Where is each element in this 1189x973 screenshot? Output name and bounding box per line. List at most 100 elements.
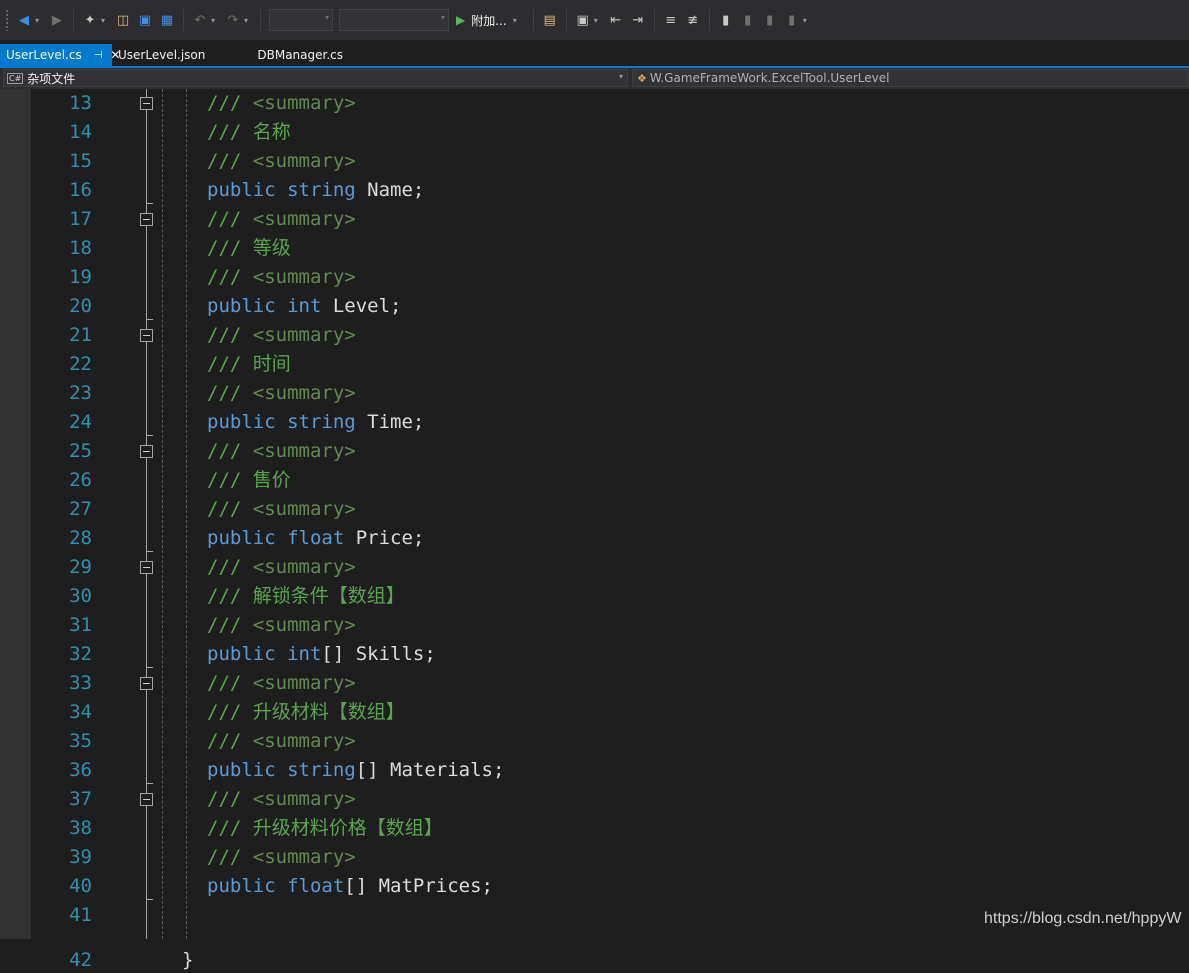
redo-icon[interactable]: ↷ bbox=[224, 9, 242, 31]
code-line[interactable]: 23 /// <summary> bbox=[0, 379, 1189, 408]
code-token: Time; bbox=[367, 411, 425, 433]
tab-dbmanager-cs[interactable]: DBManager.cs bbox=[211, 44, 349, 66]
forward-icon[interactable]: ▶ bbox=[48, 9, 66, 31]
code-line[interactable]: 42} bbox=[0, 930, 1189, 971]
code-token: <summary> bbox=[252, 846, 356, 868]
code-text: /// <summary> bbox=[207, 613, 356, 638]
clear-bookmarks-icon[interactable]: ▮ bbox=[783, 9, 801, 31]
line-number: 25 bbox=[69, 440, 92, 462]
code-line[interactable]: 22 /// 时间 bbox=[0, 350, 1189, 379]
code-token: Level; bbox=[332, 295, 402, 317]
code-line[interactable]: 17 /// <summary> bbox=[0, 205, 1189, 234]
code-text: public string[] Materials; bbox=[207, 758, 504, 783]
code-line[interactable]: 32 public int[] Skills; bbox=[0, 640, 1189, 669]
code-token: <summary> bbox=[252, 440, 356, 462]
attach-dropdown-icon[interactable]: ▾ bbox=[513, 16, 521, 25]
code-text: /// <summary> bbox=[207, 91, 356, 116]
code-token: public bbox=[207, 759, 288, 781]
comment-icon[interactable]: ≡ bbox=[662, 9, 680, 31]
tab-userlevel-json[interactable]: UserLevel.json bbox=[112, 44, 211, 66]
code-line[interactable]: 25 /// <summary> bbox=[0, 437, 1189, 466]
redo-dropdown-icon[interactable]: ▾ bbox=[244, 16, 252, 25]
code-line[interactable]: 15 /// <summary> bbox=[0, 147, 1189, 176]
screenshot-dropdown-icon[interactable]: ▾ bbox=[594, 16, 602, 25]
toolbar-overflow-icon[interactable]: ▾ bbox=[803, 16, 811, 25]
line-number: 31 bbox=[69, 614, 92, 636]
pin-icon[interactable]: ⊣ bbox=[94, 50, 103, 61]
code-text: /// <summary> bbox=[207, 439, 356, 464]
code-line[interactable]: 26 /// 售价 bbox=[0, 466, 1189, 495]
open-folder-icon[interactable]: ◫ bbox=[114, 9, 132, 31]
back-icon[interactable]: ◀ bbox=[15, 9, 33, 31]
chevron-down-icon: ▾ bbox=[440, 13, 445, 22]
back-dropdown-icon[interactable]: ▾ bbox=[35, 16, 43, 25]
undo-dropdown-icon[interactable]: ▾ bbox=[211, 16, 219, 25]
code-line[interactable]: 36 public string[] Materials; bbox=[0, 756, 1189, 785]
line-number: 22 bbox=[69, 353, 92, 375]
new-project-icon[interactable]: ✦ bbox=[81, 9, 99, 31]
code-line[interactable]: 13 /// <summary> bbox=[0, 89, 1189, 118]
code-line[interactable]: 37 /// <summary> bbox=[0, 785, 1189, 814]
chevron-down-icon: ▾ bbox=[324, 13, 329, 22]
align-right-icon[interactable]: ⇥ bbox=[629, 9, 647, 31]
code-line[interactable]: 39 /// <summary> bbox=[0, 843, 1189, 872]
code-token: /// 解锁条件【数组】 bbox=[207, 585, 405, 607]
code-line[interactable]: 24 public string Time; bbox=[0, 408, 1189, 437]
code-line[interactable]: 28 public float Price; bbox=[0, 524, 1189, 553]
tab-userlevel-cs[interactable]: UserLevel.cs ⊣ ✕ bbox=[0, 44, 120, 66]
code-line[interactable]: 16 public string Name; bbox=[0, 176, 1189, 205]
tab-label: DBManager.cs bbox=[257, 48, 344, 62]
code-line[interactable]: 31 /// <summary> bbox=[0, 611, 1189, 640]
class-icon: ❖ bbox=[637, 71, 647, 85]
code-token: <summary> bbox=[252, 266, 356, 288]
solution-platform-combo[interactable]: ▾ bbox=[339, 9, 449, 31]
code-line[interactable]: 20 public int Level; bbox=[0, 292, 1189, 321]
collapse-icon[interactable] bbox=[140, 677, 153, 690]
line-number: 38 bbox=[69, 817, 92, 839]
collapse-icon[interactable] bbox=[140, 561, 153, 574]
find-files-icon[interactable]: ▤ bbox=[541, 9, 559, 31]
uncomment-icon[interactable]: ≢ bbox=[684, 9, 702, 31]
undo-icon[interactable]: ↶ bbox=[191, 9, 209, 31]
code-line[interactable]: 18 /// 等级 bbox=[0, 234, 1189, 263]
new-project-dropdown-icon[interactable]: ▾ bbox=[101, 16, 109, 25]
code-token: Price; bbox=[355, 527, 425, 549]
outline-tick bbox=[147, 435, 153, 436]
code-line[interactable]: 40 public float[] MatPrices; bbox=[0, 872, 1189, 901]
save-all-icon[interactable]: ▦ bbox=[158, 9, 176, 31]
type-dropdown[interactable]: ❖ W.GameFrameWork.ExcelTool.UserLevel bbox=[632, 69, 1189, 87]
collapse-icon[interactable] bbox=[140, 213, 153, 226]
code-line[interactable]: 19 /// <summary> bbox=[0, 263, 1189, 292]
code-line[interactable]: 38 /// 升级材料价格【数组】 bbox=[0, 814, 1189, 843]
code-text: public float Price; bbox=[207, 526, 424, 551]
code-line[interactable]: 30 /// 解锁条件【数组】 bbox=[0, 582, 1189, 611]
collapse-icon[interactable] bbox=[140, 97, 153, 110]
collapse-icon[interactable] bbox=[140, 445, 153, 458]
collapse-icon[interactable] bbox=[140, 329, 153, 342]
toolbar-separator bbox=[653, 9, 655, 31]
code-token: public bbox=[207, 875, 288, 897]
code-line[interactable]: 27 /// <summary> bbox=[0, 495, 1189, 524]
code-line[interactable]: 33 /// <summary> bbox=[0, 669, 1189, 698]
save-icon[interactable]: ▣ bbox=[136, 9, 154, 31]
code-line[interactable]: 14 /// 名称 bbox=[0, 118, 1189, 147]
screenshot-icon[interactable]: ▣ bbox=[574, 9, 592, 31]
solution-config-combo[interactable]: ▾ bbox=[269, 9, 333, 31]
code-editor[interactable]: 13/// <summary> 14/// 名称 15/// <summary> 16… bbox=[0, 89, 1189, 971]
collapse-icon[interactable] bbox=[140, 793, 153, 806]
align-left-icon[interactable]: ⇤ bbox=[607, 9, 625, 31]
code-line[interactable]: 35 /// <summary> bbox=[0, 727, 1189, 756]
code-text: /// 升级材料价格【数组】 bbox=[207, 816, 443, 841]
code-text: /// <summary> bbox=[207, 497, 356, 522]
attach-button[interactable]: ▶ 附加... ▾ bbox=[456, 12, 524, 29]
project-dropdown[interactable]: C# 杂项文件 ▾ bbox=[3, 69, 628, 87]
code-token: /// 时间 bbox=[207, 353, 291, 375]
code-line[interactable]: 34 /// 升级材料【数组】 bbox=[0, 698, 1189, 727]
prev-bookmark-icon[interactable]: ▮ bbox=[739, 9, 757, 31]
code-token: <summary> bbox=[252, 324, 356, 346]
next-bookmark-icon[interactable]: ▮ bbox=[761, 9, 779, 31]
bookmark-icon[interactable]: ▮ bbox=[717, 9, 735, 31]
toolbar-grip[interactable] bbox=[5, 9, 9, 31]
code-line[interactable]: 21 /// <summary> bbox=[0, 321, 1189, 350]
code-line[interactable]: 29 /// <summary> bbox=[0, 553, 1189, 582]
